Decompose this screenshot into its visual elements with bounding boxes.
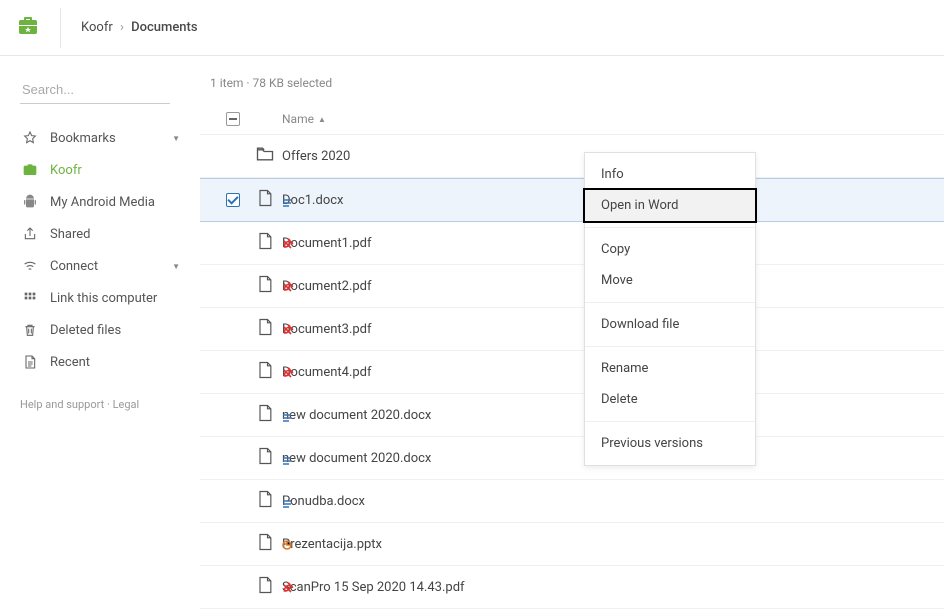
- sidebar-item-label: Link this computer: [50, 291, 180, 306]
- content-area: 1 item · 78 KB selected Name ▲ Offers 20…: [200, 56, 944, 570]
- sidebar-item-connect[interactable]: Connect▼: [20, 250, 180, 282]
- sidebar-item-label: My Android Media: [50, 195, 180, 210]
- help-link[interactable]: Help and support: [20, 398, 104, 411]
- menu-item-rename[interactable]: Rename: [585, 353, 755, 384]
- menu-item-delete[interactable]: Delete: [585, 384, 755, 415]
- table-row[interactable]: Document1.pdf: [200, 222, 944, 265]
- chevron-down-icon: ▼: [172, 262, 180, 271]
- footer-links: Help and support · Legal: [20, 398, 180, 411]
- wifi-icon: [20, 258, 40, 274]
- table-row[interactable]: Document3.pdf: [200, 308, 944, 351]
- file-pdf-icon: [255, 273, 275, 299]
- file-pdf-icon: [255, 359, 275, 385]
- sidebar-item-link[interactable]: Link this computer: [20, 282, 180, 314]
- share-icon: [20, 226, 40, 242]
- menu-item-copy[interactable]: Copy: [585, 234, 755, 265]
- recent-icon: [20, 354, 40, 370]
- file-pdf-icon: [255, 574, 275, 600]
- file-pdf-icon: [255, 316, 275, 342]
- file-name: Prezentacija.pptx: [282, 537, 934, 552]
- context-menu: InfoOpen in Word CopyMove Download file Ren…: [584, 152, 756, 466]
- folder-icon: [255, 143, 275, 169]
- app-header: Koofr › Documents: [0, 0, 944, 56]
- legal-link[interactable]: Legal: [113, 398, 140, 411]
- list-header: Name ▲: [200, 104, 944, 135]
- sidebar-item-label: Bookmarks: [50, 131, 172, 146]
- table-row[interactable]: Offers 2020: [200, 135, 944, 178]
- table-row[interactable]: Doc1.docx: [200, 178, 944, 222]
- file-docx-icon: [255, 402, 275, 428]
- star-icon: [20, 130, 40, 146]
- file-docx-icon: [255, 187, 275, 213]
- table-row[interactable]: Document4.pdf: [200, 351, 944, 394]
- sidebar-item-android[interactable]: My Android Media: [20, 186, 180, 218]
- table-row[interactable]: Ponudba.docx: [200, 480, 944, 523]
- app-logo[interactable]: [16, 8, 61, 48]
- table-row[interactable]: new document 2020.docx: [200, 394, 944, 437]
- menu-item-info[interactable]: Info: [585, 159, 755, 190]
- sidebar-item-label: Koofr: [50, 163, 180, 178]
- sort-by-name[interactable]: Name ▲: [282, 112, 934, 126]
- sidebar-item-label: Deleted files: [50, 323, 180, 338]
- sidebar-item-koofr[interactable]: Koofr: [20, 154, 180, 186]
- file-pptx-icon: [255, 531, 275, 557]
- table-row[interactable]: new document 2020.docx: [200, 437, 944, 480]
- grid-icon: [20, 290, 40, 306]
- file-name: Ponudba.docx: [282, 494, 934, 509]
- breadcrumb-current: Documents: [131, 20, 197, 35]
- sidebar-item-label: Connect: [50, 259, 172, 274]
- breadcrumb-root[interactable]: Koofr: [81, 20, 113, 35]
- briefcase-icon: [20, 162, 40, 178]
- file-name: ScanPro 15 Sep 2020 14.43.pdf: [282, 580, 934, 595]
- sidebar-item-recent[interactable]: Recent: [20, 346, 180, 378]
- trash-icon: [20, 322, 40, 338]
- sidebar-item-shared[interactable]: Shared: [20, 218, 180, 250]
- table-row[interactable]: ScanPro 15 Sep 2020 14.43.pdf: [200, 566, 944, 609]
- sidebar-item-label: Shared: [50, 227, 180, 242]
- row-checkbox[interactable]: [226, 193, 240, 207]
- chevron-down-icon: ▼: [172, 134, 180, 143]
- menu-item-open-word[interactable]: Open in Word: [585, 190, 755, 221]
- sidebar-item-deleted[interactable]: Deleted files: [20, 314, 180, 346]
- file-docx-icon: [255, 445, 275, 471]
- table-row[interactable]: Prezentacija.pptx: [200, 523, 944, 566]
- android-icon: [20, 194, 40, 210]
- sidebar-item-label: Recent: [50, 355, 180, 370]
- breadcrumb: Koofr › Documents: [81, 20, 198, 35]
- menu-item-versions[interactable]: Previous versions: [585, 428, 755, 459]
- chevron-right-icon: ›: [120, 20, 124, 35]
- sort-asc-icon: ▲: [318, 115, 326, 124]
- menu-item-download[interactable]: Download file: [585, 309, 755, 340]
- sidebar: Bookmarks▼KoofrMy Android MediaSharedCon…: [0, 56, 200, 570]
- file-pdf-icon: [255, 230, 275, 256]
- table-row[interactable]: Document2.pdf: [200, 265, 944, 308]
- search-input[interactable]: [20, 76, 170, 104]
- file-docx-icon: [255, 488, 275, 514]
- select-all-checkbox[interactable]: [226, 112, 240, 126]
- sidebar-item-bookmarks[interactable]: Bookmarks▼: [20, 122, 180, 154]
- briefcase-icon: [16, 14, 40, 42]
- selection-status: 1 item · 78 KB selected: [200, 76, 944, 104]
- menu-item-move[interactable]: Move: [585, 265, 755, 296]
